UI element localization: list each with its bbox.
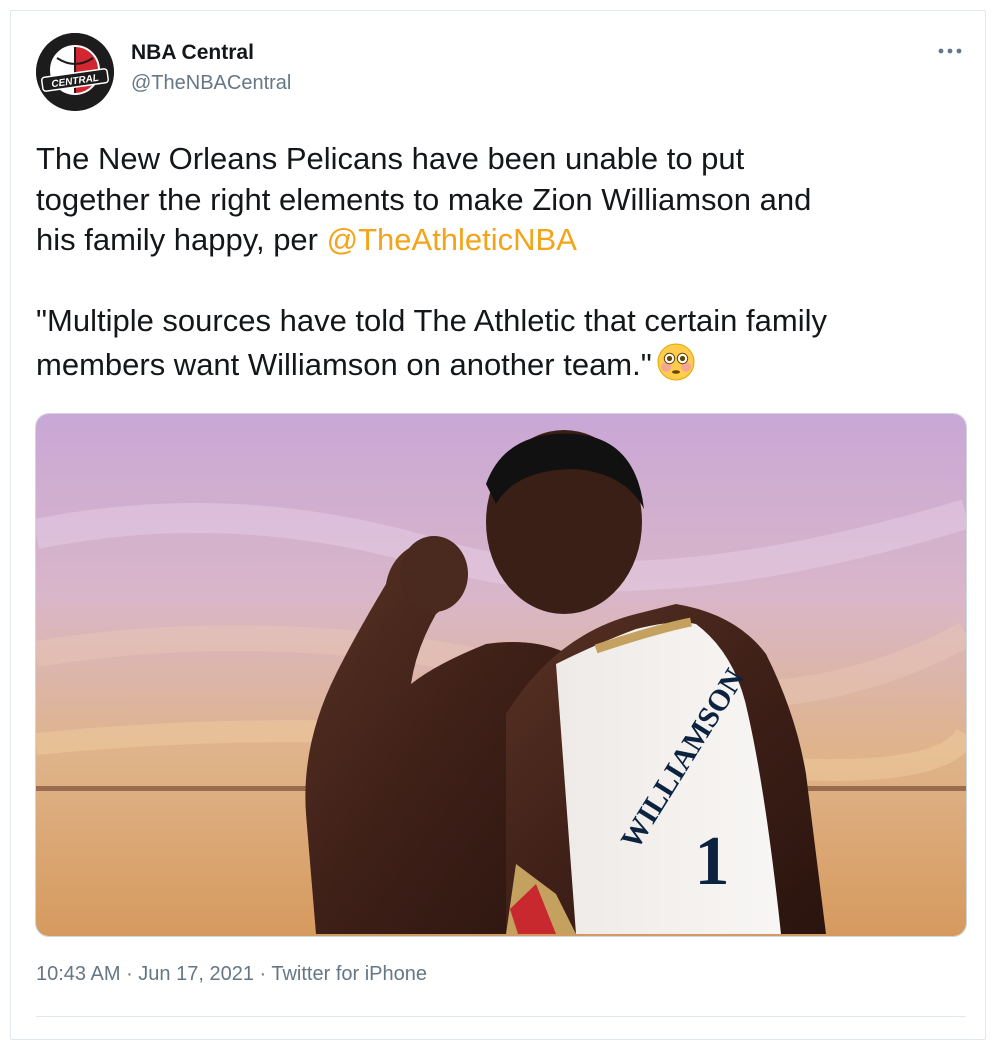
tweet-meta: 10:43 AM · Jun 17, 2021 · Twitter for iP…	[36, 963, 427, 986]
nba-central-logo-icon: CENTRAL	[36, 33, 114, 111]
tweet-card: CENTRAL NBA Central @TheNBACentral The N…	[10, 10, 986, 1040]
avatar[interactable]: CENTRAL	[36, 33, 114, 111]
meta-separator: ·	[253, 963, 272, 985]
flushed-face-emoji-icon	[657, 343, 695, 380]
jersey-number: 1	[695, 823, 730, 900]
author-handle[interactable]: @TheNBACentral	[131, 72, 291, 95]
tweet-quote: "Multiple sources have told The Athletic…	[36, 303, 827, 382]
mention-link[interactable]: @TheAthleticNBA	[327, 222, 577, 257]
more-options-icon	[938, 48, 962, 54]
author-name[interactable]: NBA Central	[131, 41, 254, 65]
divider	[36, 1016, 966, 1017]
meta-separator: ·	[120, 963, 139, 985]
tweet-date[interactable]: Jun 17, 2021	[138, 963, 254, 985]
more-options-button[interactable]	[932, 37, 968, 65]
tweet-media-photo[interactable]: WILLIAMSON 1	[35, 413, 967, 937]
player-photo: WILLIAMSON 1	[36, 414, 966, 936]
tweet-source[interactable]: Twitter for iPhone	[271, 963, 427, 985]
tweet-paragraph-2: "Multiple sources have told The Athletic…	[36, 301, 976, 385]
tweet-paragraph-1: The New Orleans Pelicans have been unabl…	[36, 139, 976, 261]
tweet-time[interactable]: 10:43 AM	[36, 963, 121, 985]
tweet-text: The New Orleans Pelicans have been unabl…	[36, 139, 976, 385]
